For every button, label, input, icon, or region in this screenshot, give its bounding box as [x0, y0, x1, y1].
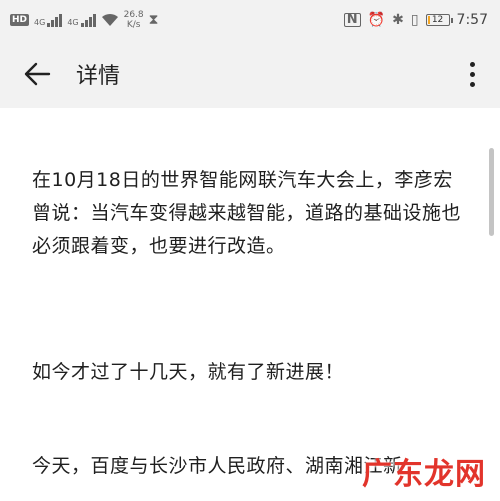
signal-bars-icon [80, 13, 96, 27]
hd-voice-badge: HD [10, 14, 30, 26]
vibrate-icon: ▯ [410, 12, 419, 28]
watermark-logo: 广东龙网 [362, 457, 486, 492]
network-type-label: 4G [34, 18, 46, 27]
more-options-button[interactable] [462, 54, 482, 94]
network-type-label: 4G [67, 18, 79, 27]
bluetooth-icon: ✱ [392, 12, 404, 28]
article-paragraph: 如今才过了十几天，就有了新进展！ [32, 361, 345, 383]
battery-level: 12 [431, 14, 444, 25]
article-content[interactable]: 在10月18日的世界智能网联汽车大会上，李彦宏曾说：当汽车变得越来越智能，道路的… [0, 108, 500, 501]
alarm-icon: ⏰ [367, 12, 386, 28]
battery-fill [427, 16, 431, 24]
page-title: 详情 [76, 64, 121, 89]
nfc-icon: N [343, 13, 361, 27]
signal-bars-icon [47, 13, 63, 27]
status-left: HD 4G 4G 26.8 K/s ⧗ [0, 10, 158, 30]
article-paragraph: 在10月18日的世界智能网联汽车大会上，李彦宏曾说：当汽车变得越来越智能，道路的… [32, 169, 462, 257]
hourglass-icon: ⧗ [148, 12, 159, 28]
back-button[interactable] [12, 49, 62, 99]
clock: 7:57 [456, 12, 488, 28]
battery-icon: 12 [425, 14, 453, 26]
arrow-left-icon [24, 62, 51, 86]
more-vertical-icon [469, 61, 475, 67]
status-bar: HD 4G 4G 26.8 K/s ⧗ N ⏰ ✱ ▯ 12 7:57 [0, 0, 500, 40]
scrollbar[interactable] [489, 148, 494, 236]
wifi-icon [101, 13, 118, 26]
status-right: N ⏰ ✱ ▯ 12 7:57 [343, 12, 500, 28]
network-speed: 26.8 K/s [124, 10, 144, 30]
speed-unit: K/s [126, 20, 141, 30]
signal-sim2: 4G [67, 13, 96, 27]
app-bar: 详情 [0, 40, 500, 108]
signal-sim1: 4G [34, 13, 63, 27]
speed-value: 26.8 [123, 10, 144, 20]
